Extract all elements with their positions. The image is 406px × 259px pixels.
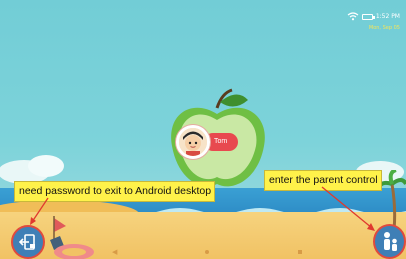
exit-door-icon	[19, 234, 35, 250]
cloud	[28, 155, 64, 177]
exit-launcher-button[interactable]	[11, 225, 45, 259]
status-date: Mon, Sep 05	[368, 25, 400, 31]
parent-child-icon	[383, 231, 397, 251]
system-navigation-bar: ◀	[70, 248, 340, 258]
child-avatar-icon[interactable]	[176, 125, 210, 159]
wifi-icon	[347, 12, 359, 21]
palm-tree	[378, 170, 406, 230]
recents-icon[interactable]	[298, 250, 302, 254]
battery-icon	[361, 13, 375, 20]
back-icon[interactable]: ◀	[112, 248, 117, 256]
status-time: 1:52 PM	[375, 13, 400, 20]
home-icon[interactable]	[205, 250, 209, 254]
child-profile[interactable]: Tom	[176, 125, 238, 159]
parent-control-button[interactable]	[373, 224, 406, 259]
avatar-face	[179, 128, 207, 156]
parent-annotation: enter the parent control	[264, 170, 382, 191]
kids-launcher-screen: 1:52 PM Mon, Sep 05 Tom need password to…	[0, 0, 406, 259]
exit-annotation: need password to exit to Android desktop	[14, 181, 216, 202]
status-bar: 1:52 PM	[347, 12, 400, 21]
